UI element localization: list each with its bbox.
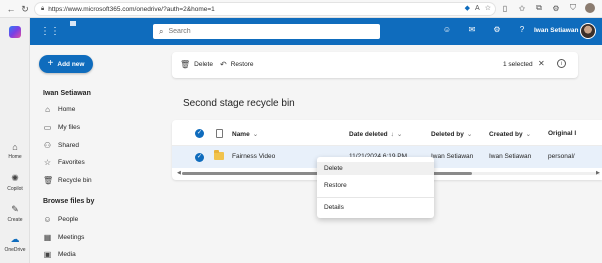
home-icon: ⌂ [45, 105, 50, 114]
nav-item-shared[interactable]: ⚇ Shared [43, 141, 79, 150]
nav-item-favorites[interactable]: ☆ Favorites [43, 158, 85, 167]
lock-icon: 🔒︎ [41, 5, 45, 12]
main-content: 🗑︎ Delete ↶ Restore 1 selected ✕ i Secon… [170, 45, 602, 263]
image-icon: ▣ [43, 250, 52, 259]
refresh-icon[interactable]: ↻ [18, 2, 32, 16]
browser-toolbar: ← ↻ 🔒︎ https://www.microsoft365.com/oned… [0, 0, 602, 18]
scroll-right-icon[interactable]: ▶ [596, 170, 600, 176]
people-icon: ⚇ [43, 141, 52, 150]
edge-sidebar-onedrive[interactable]: ☁ OneDrive [0, 234, 30, 253]
sort-down-icon: ↓ [390, 131, 394, 138]
extensions-icon[interactable]: ⚙ [551, 4, 561, 13]
info-icon[interactable]: i [557, 59, 566, 68]
context-menu: Delete Restore Details [317, 157, 434, 218]
restore-button[interactable]: ↶ Restore [220, 60, 253, 69]
nav-user-name: Iwan Setiawan [43, 90, 91, 97]
plus-icon: + [47, 58, 54, 69]
favorites-icon[interactable]: ✩ [517, 4, 527, 13]
address-bar[interactable]: 🔒︎ https://www.microsoft365.com/onedrive… [34, 2, 496, 16]
column-header-original-location[interactable]: Original l [548, 130, 576, 137]
onedrive-icon: ☁ [10, 234, 20, 244]
favorite-icon[interactable]: ☆ [485, 4, 491, 12]
folder-icon [214, 150, 224, 160]
row-checkbox[interactable]: ✓ [195, 153, 204, 162]
search-icon: ⌕ [159, 26, 164, 36]
star-icon: ☆ [43, 158, 52, 167]
context-menu-details[interactable]: Details [317, 201, 434, 214]
edge-sidebar-create[interactable]: ✎ Create [0, 204, 30, 223]
nav-item-home[interactable]: ⌂ Home [43, 105, 75, 114]
command-bar: 🗑︎ Delete ↶ Restore 1 selected ✕ i [172, 52, 578, 78]
nav-item-my-files[interactable]: ▭ My files [43, 123, 80, 132]
row-created-by: Iwan Setiawan [489, 153, 532, 160]
restore-icon: ↶ [220, 60, 227, 69]
menu-divider [317, 197, 434, 198]
column-header-deleted-by[interactable]: Deleted by ⌄ [431, 130, 472, 138]
trash-icon: 🗑︎ [180, 60, 191, 69]
folder-icon: ▭ [43, 123, 52, 132]
header-actions: ☺ ✉ ⚙ ? [442, 25, 527, 34]
address-bar-actions: ◆ A ☆ [465, 4, 491, 13]
row-original-location: personal/ [548, 153, 575, 160]
chevron-down-icon: ⌄ [525, 131, 532, 138]
browser-profile-avatar[interactable] [585, 3, 595, 13]
search-input[interactable] [168, 28, 359, 35]
feedback-icon[interactable]: ✉ [467, 25, 477, 34]
page-title: Second stage recycle bin [183, 98, 295, 109]
column-header-created-by[interactable]: Created by ⌄ [489, 130, 531, 138]
column-header-name[interactable]: Name ⌄ [232, 130, 258, 138]
app-logo-icon [70, 21, 76, 26]
header-user-name[interactable]: Iwan Setiawan [534, 27, 578, 34]
nav-item-meetings[interactable]: ▦ Meetings [43, 233, 85, 242]
microsoft365-logo-icon[interactable] [9, 26, 21, 38]
close-icon[interactable]: ✕ [538, 59, 545, 68]
scroll-left-icon[interactable]: ◀ [177, 170, 181, 176]
app-header: ⋮⋮ ⌕ ☺ ✉ ⚙ ? Iwan Setiawan [30, 18, 602, 45]
avatar[interactable] [580, 23, 596, 39]
context-menu-delete[interactable]: Delete [317, 162, 434, 175]
person-icon: ☺ [43, 215, 52, 224]
emoji-icon[interactable]: ☺ [442, 25, 452, 34]
chevron-down-icon: ⌄ [396, 131, 403, 138]
edge-sidebar-copilot[interactable]: ✺ Copilot [0, 173, 30, 192]
browser-actions: ▯ ✩ ⧉ ⚙ ⛉ ⋯ ● [500, 3, 602, 13]
settings-gear-icon[interactable]: ⚙ [492, 25, 502, 34]
collections-icon[interactable]: ⧉ [534, 3, 544, 13]
browse-files-heading: Browse files by [43, 198, 95, 205]
app-launcher-icon[interactable]: ⋮⋮ [40, 26, 60, 37]
address-url: https://www.microsoft365.com/onedrive/?a… [48, 5, 215, 13]
nav-item-people[interactable]: ☺ People [43, 215, 78, 224]
read-aloud-icon[interactable]: A [475, 5, 480, 12]
nav-item-media[interactable]: ▣ Media [43, 250, 76, 259]
shield-icon[interactable]: ⛉ [568, 3, 578, 13]
row-name[interactable]: Fairness Video [232, 153, 275, 160]
back-arrow-icon[interactable]: ← [4, 2, 18, 16]
delete-button[interactable]: 🗑︎ Delete [180, 60, 213, 69]
chevron-down-icon: ⌄ [466, 131, 473, 138]
onedrive-leftnav: + Add new Iwan Setiawan ⌂ Home ▭ My file… [30, 45, 170, 263]
edge-sidebar-home[interactable]: ⌂ Home [0, 142, 30, 160]
chevron-down-icon: ⌄ [252, 131, 259, 138]
edge-sidebar: ⌂ Home ✺ Copilot ✎ Create ☁ OneDrive [0, 18, 30, 263]
calendar-icon: ▦ [43, 233, 52, 242]
row-deleted-by: Iwan Setiawan [431, 153, 474, 160]
home-icon: ⌂ [12, 142, 18, 152]
context-menu-restore[interactable]: Restore [317, 179, 434, 192]
tag-icon[interactable]: ◆ [465, 4, 470, 12]
search-box[interactable]: ⌕ [153, 24, 380, 39]
copilot-icon: ✺ [11, 173, 19, 183]
add-new-button[interactable]: + Add new [39, 55, 93, 73]
select-all-checkbox[interactable]: ✓ [195, 129, 204, 138]
split-screen-icon[interactable]: ▯ [500, 4, 510, 13]
help-icon[interactable]: ? [517, 25, 527, 34]
file-type-icon [216, 129, 223, 138]
table-header: ✓ Name ⌄ Date deleted ↓ ⌄ Deleted by ⌄ Creat… [172, 120, 602, 146]
create-icon: ✎ [11, 204, 19, 214]
selection-count: 1 selected [503, 61, 533, 68]
column-header-date-deleted[interactable]: Date deleted ↓ ⌄ [349, 130, 402, 138]
nav-item-recycle-bin[interactable]: 🗑︎ Recycle bin [43, 176, 92, 185]
trash-icon: 🗑︎ [43, 176, 54, 185]
